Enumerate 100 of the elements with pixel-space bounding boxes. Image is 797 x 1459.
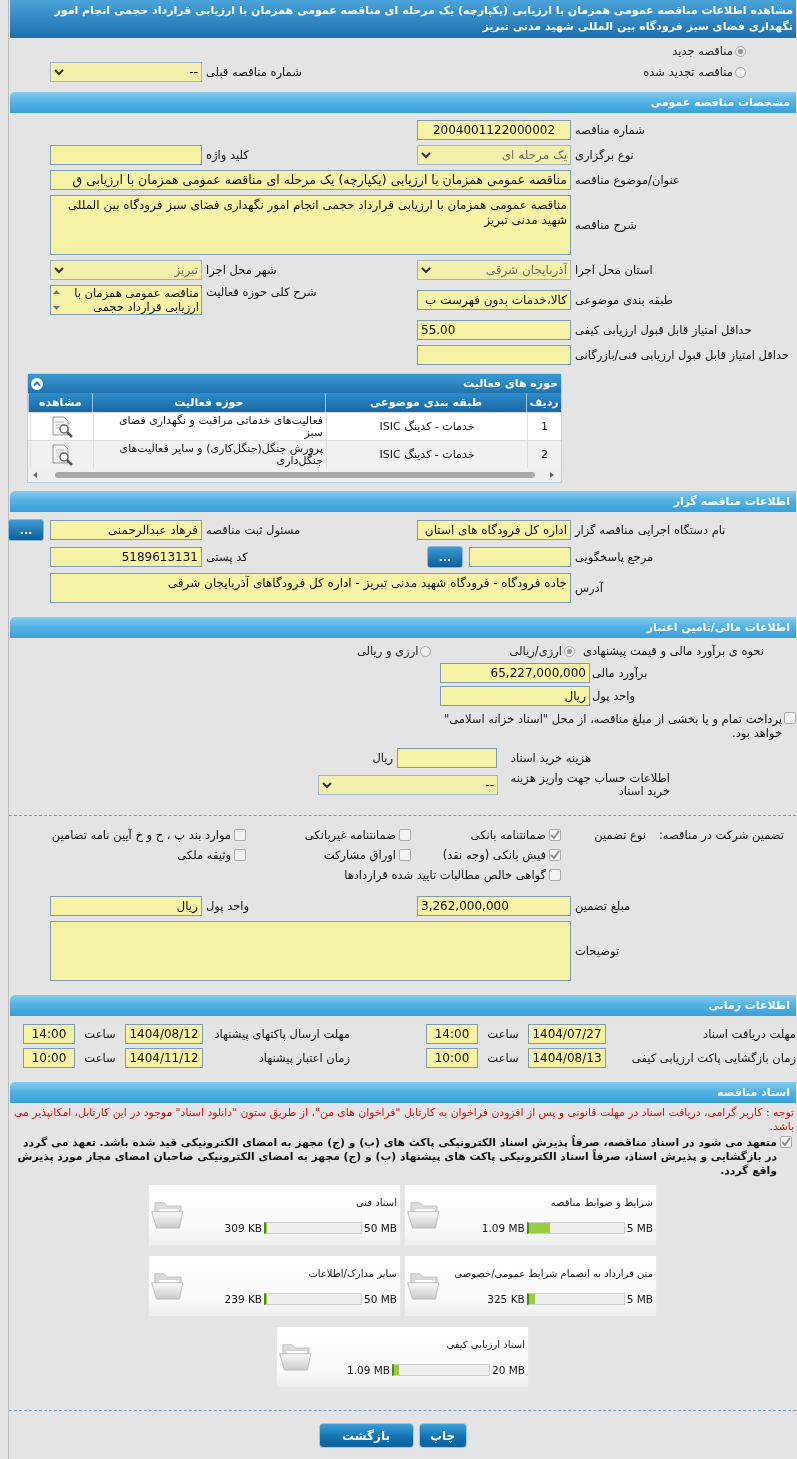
- size-limit: 50 MB: [364, 1221, 397, 1234]
- activity-summary-textarea[interactable]: مناقصه عمومی همزمان با ارزیابی قرارداد حجمی: [50, 285, 202, 315]
- description-textarea[interactable]: مناقصه عمومی همزمان با ارزیابی قرارداد حجمی انجام امور نگهداری فضای سبز فرودگاه بین المللی شهید مدنی تبریز: [50, 195, 571, 255]
- column-header: طبقه بندی موضوعی: [324, 393, 527, 412]
- technical-score-field[interactable]: [417, 345, 571, 365]
- organization-field[interactable]: اداره کل فرودگاه های استان: [417, 520, 571, 540]
- size-limit: 5 MB: [626, 1292, 653, 1305]
- browse-button[interactable]: ...: [427, 546, 463, 568]
- quality-score-field[interactable]: 55.00: [417, 320, 571, 340]
- field-label: شماره مناقصه: [574, 123, 646, 137]
- radio-option[interactable]: ارزی و ریالی: [356, 644, 432, 658]
- document-magnifier-icon[interactable]: [50, 415, 74, 438]
- commitment-text: متعهد می شود در اسناد مناقصه، صرفاً پذیرش اسناد الکترونیکی پاکت های (ب) و (ج) مجهز به امضای الکترونیکی قید شده باشد. تعهد می گردد در بازگشایی و پذیرش اسناد، صرفاً اسناد الکترونیکی پاکت های پیشنهاد (ب) و (ج) مجهز به امضای الکترونیکی صاحبان امضای مجاز مورد پذیرش واقع گردد.: [16, 1136, 777, 1178]
- field-label: مسئول ثبت مناقصه: [205, 523, 302, 537]
- notes-textarea[interactable]: [50, 921, 571, 981]
- field-label: نحوه ی برآورد مالی و قیمت پیشنهادی: [582, 644, 764, 658]
- document-name: شرایط و ضوابط مناقصه: [549, 1196, 653, 1208]
- radio-option[interactable]: مناقصه جدید: [571, 44, 796, 58]
- checkbox[interactable]: [780, 1136, 792, 1148]
- radio-option[interactable]: مناقصه تجدید شده: [571, 65, 796, 79]
- subject-field[interactable]: مناقصه عمومی همزمان با ارزیابی (یکپارچه) یک مرحله ای مناقصه عمومی همزمان با ارزیابی ق: [50, 170, 571, 190]
- time-field[interactable]: 14:00: [426, 1024, 478, 1044]
- checkbox[interactable]: [784, 712, 796, 724]
- estimate-field[interactable]: 65,227,000,000: [440, 663, 590, 683]
- field-label: نوع تضمین: [593, 828, 646, 844]
- radio-label: ارزی و ریالی: [356, 644, 419, 658]
- radio-icon[interactable]: [420, 645, 432, 657]
- date-field[interactable]: 1404/07/27: [528, 1024, 606, 1044]
- document-magnifier-icon[interactable]: [50, 443, 74, 466]
- checkbox-label: ضمانتنامه بانکی: [470, 828, 546, 842]
- table-title: حوزه های فعالیت: [463, 377, 558, 390]
- document-fee-field[interactable]: [397, 748, 497, 768]
- horizontal-scrollbar-icon: [31, 470, 556, 480]
- size-limit: 5 MB: [626, 1221, 653, 1234]
- date-field[interactable]: 1404/08/12: [125, 1024, 203, 1044]
- chevron-down-icon: [54, 68, 64, 76]
- size-limit: 20 MB: [492, 1363, 525, 1376]
- document-name: سایر مدارک/اطلاعات: [307, 1267, 397, 1279]
- guarantee-amount-field[interactable]: 3,262,000,000: [417, 896, 571, 916]
- checkbox[interactable]: [234, 849, 246, 861]
- time-field[interactable]: 10:00: [23, 1048, 75, 1068]
- currency-field[interactable]: ریال: [440, 686, 590, 706]
- document-name: اسناد فنی: [355, 1196, 397, 1208]
- field-label: هزینه خرید اسناد: [509, 751, 591, 765]
- field-label: شماره مناقصه قبلی: [205, 65, 303, 79]
- field-label: شرح مناقصه: [574, 218, 638, 232]
- field-label: نوع برگزاری: [574, 148, 635, 162]
- checkbox-label: اوراق مشارکت: [323, 848, 396, 862]
- folder-icon: [278, 1342, 314, 1372]
- radio-label: ارزی/ریالی: [509, 644, 562, 658]
- radio-icon[interactable]: [563, 645, 575, 657]
- field-label: مهلت دریافت اسناد: [702, 1027, 796, 1041]
- category-field[interactable]: کالا،خدمات بدون فهرست ب: [417, 290, 571, 310]
- document-name: متن قرارداد به انضمام شرایط عمومی/خصوصی: [453, 1267, 653, 1279]
- registrar-field[interactable]: فرهاد عبدالرحمنی: [50, 520, 202, 540]
- file-size: 325 KB: [487, 1292, 525, 1305]
- column-header: حوزه فعالیت: [91, 393, 325, 412]
- time-field[interactable]: 14:00: [23, 1024, 75, 1044]
- file-size: 1.09 MB: [347, 1363, 391, 1376]
- account-select[interactable]: --: [318, 775, 498, 795]
- chevron-down-icon: [54, 266, 64, 274]
- field-label: توضیحات: [574, 944, 621, 958]
- postal-code-field[interactable]: 5189613131: [50, 547, 202, 567]
- checkbox[interactable]: [549, 829, 561, 841]
- time-field[interactable]: 10:00: [426, 1048, 478, 1068]
- field-label: حداقل امتیاز قابل قبول ارزیابی کیفی: [574, 323, 753, 337]
- currency-field[interactable]: ریال: [50, 896, 202, 916]
- radio-label: مناقصه تجدید شده: [643, 65, 733, 79]
- radio-icon[interactable]: [735, 45, 746, 57]
- action-button[interactable]: چاپ: [418, 1423, 467, 1448]
- field-label: مرجع پاسخگویی: [574, 550, 655, 564]
- checkbox[interactable]: [549, 869, 561, 881]
- reference-field[interactable]: [469, 547, 571, 567]
- folder-icon: [150, 1271, 186, 1301]
- address-field[interactable]: جاده فرودگاه - فرودگاه شهید مدنی تبریز - اداره کل فرودگاهای آذربایجان شرقی: [50, 573, 571, 603]
- chevron-down-icon: [421, 266, 431, 274]
- checkbox[interactable]: [399, 829, 411, 841]
- checkbox[interactable]: [234, 829, 246, 841]
- tender-number-field[interactable]: 2004001122000002: [417, 120, 571, 140]
- field-label: برآورد مالی: [591, 666, 649, 680]
- size-limit: 50 MB: [364, 1292, 397, 1305]
- checkbox[interactable]: [399, 849, 411, 861]
- radio-icon[interactable]: [735, 66, 746, 78]
- notice-text: توجه : کاربر گرامی، دریافت اسناد در مهلت قانونی و پس از افزودن فراخوان به کارتابل "فراخوان های من"، از طریق ستون "دانلود اسناد" موجود در این کارتابل، امکانپذیر می باشد.: [13, 1106, 794, 1134]
- field-label: ساعت: [486, 1027, 520, 1041]
- folder-icon: [150, 1200, 186, 1230]
- radio-option[interactable]: ارزی/ریالی: [509, 644, 575, 658]
- section-header: اطلاعات مناقصه گزار: [10, 491, 796, 512]
- field-label: واحد پول: [205, 899, 251, 913]
- checkbox[interactable]: [549, 849, 561, 861]
- browse-button[interactable]: ...: [8, 519, 44, 541]
- keyword-field[interactable]: [50, 145, 202, 165]
- previous-tender-select[interactable]: --: [50, 62, 202, 82]
- date-field[interactable]: 1404/11/12: [125, 1048, 203, 1068]
- field-label: طبقه بندی موضوعی: [574, 293, 674, 307]
- date-field[interactable]: 1404/08/13: [528, 1048, 606, 1068]
- field-label: ساعت: [83, 1051, 117, 1065]
- collapse-icon[interactable]: [31, 377, 43, 390]
- field-label: مبلغ تضمین: [574, 899, 632, 913]
- action-button[interactable]: بازگشت: [318, 1423, 414, 1448]
